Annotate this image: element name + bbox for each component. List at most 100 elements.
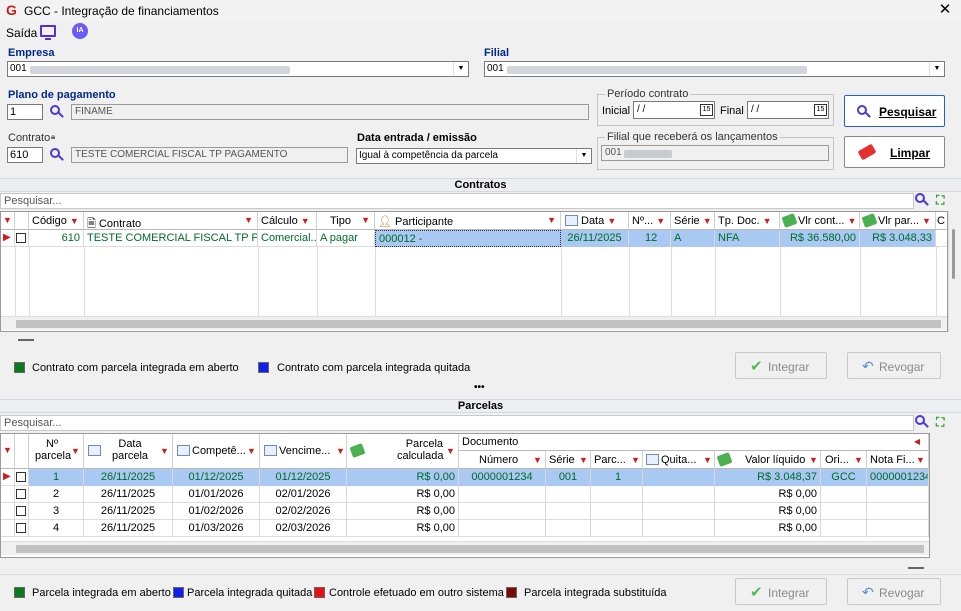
col-calculo[interactable]: Cálculo ▼ xyxy=(258,212,317,230)
cell-calc: R$ 0,00 xyxy=(347,486,459,503)
filter-icon[interactable]: ▼ xyxy=(922,216,931,226)
col-serie[interactable]: Série ▼ xyxy=(671,212,715,230)
filter-icon[interactable]: ▼ xyxy=(446,446,455,456)
col-num-parcela[interactable]: Nº parcela ▼ xyxy=(29,434,84,469)
expand-icon[interactable]: ⛶ xyxy=(936,415,956,431)
revogar-parcelas-button[interactable]: ↶ Revogar xyxy=(847,578,941,605)
scrollbar-thumb[interactable] xyxy=(16,545,924,553)
calendar-icon[interactable]: 15 xyxy=(814,104,827,116)
contratos-search-input[interactable]: Pesquisar... xyxy=(0,193,914,209)
parcelas-search-input[interactable]: Pesquisar... xyxy=(0,415,914,431)
menu-saida[interactable]: Saída xyxy=(6,26,37,40)
col-valor-liquido[interactable]: Valor líquido ▼ xyxy=(715,451,821,469)
col-quita[interactable]: Quita... ▼ xyxy=(643,451,715,469)
table-row[interactable]: ▶ 1 26/11/2025 01/12/2025 01/12/2025 R$ … xyxy=(1,469,929,486)
horizontal-scrollbar[interactable] xyxy=(1,316,947,330)
col-competencia[interactable]: Competê... ▼ xyxy=(173,434,260,469)
col-tipo[interactable]: Tipo ▼ xyxy=(317,212,375,230)
ia-icon[interactable]: IA xyxy=(72,23,88,39)
row-checkbox[interactable] xyxy=(16,472,26,482)
scrollbar-thumb[interactable] xyxy=(952,229,955,279)
expand-icon[interactable]: ⛶ xyxy=(936,193,956,209)
filter-icon[interactable]: ▼ xyxy=(809,455,818,465)
horizontal-scrollbar[interactable] xyxy=(1,541,929,555)
filial-select[interactable]: 001 ▼ xyxy=(484,61,945,77)
cell-tpdoc: NFA xyxy=(715,230,780,247)
col-contrato[interactable]: 🗎︎ Contrato ▼ xyxy=(84,212,258,230)
filter-icon[interactable]: ▼ xyxy=(547,215,556,225)
table-row[interactable]: ▶ 610 TESTE COMERCIAL FISCAL TP P... Com… xyxy=(1,230,947,247)
vertical-scrollbar[interactable] xyxy=(948,211,960,332)
filter-icon[interactable]: ▼ xyxy=(656,216,665,226)
chevron-down-icon[interactable]: ▼ xyxy=(453,62,468,76)
col-tpdoc[interactable]: Tp. Doc. ▼ xyxy=(715,212,780,230)
table-row[interactable]: 2 26/11/2025 01/01/2026 02/01/2026 R$ 0,… xyxy=(1,486,929,503)
row-checkbox[interactable] xyxy=(16,233,26,243)
contrato-code-input[interactable]: 610 xyxy=(7,147,43,163)
col-nota[interactable]: Nota Fi... ▼ xyxy=(867,451,929,469)
cell-numero xyxy=(459,503,546,520)
filter-icon[interactable]: ▼ xyxy=(70,216,79,226)
close-icon[interactable]: ✕ xyxy=(934,0,956,20)
row-checkbox[interactable] xyxy=(16,523,26,533)
filter-icon[interactable]: ▼ xyxy=(848,216,857,226)
cell-num: 2 xyxy=(29,486,84,503)
col-vlr-par[interactable]: Vlr par... ▼ xyxy=(860,212,936,230)
row-checkbox[interactable] xyxy=(16,489,26,499)
search-icon[interactable] xyxy=(50,105,64,119)
filter-icon[interactable]: ▼ xyxy=(703,216,712,226)
col-parcela-calc[interactable]: Parcela calculada ▼ xyxy=(347,434,459,469)
filter-icon[interactable]: ▼ xyxy=(763,216,772,226)
col-participante[interactable]: 👤︎ Participante ▼ xyxy=(375,212,561,230)
legend-text: Parcela integrada substituída xyxy=(524,587,667,599)
search-icon[interactable] xyxy=(50,148,64,162)
filter-icon[interactable]: ▼ xyxy=(336,446,345,456)
filter-icon[interactable]: ▼ xyxy=(361,215,370,225)
filter-icon[interactable]: ▼ xyxy=(607,216,616,226)
filter-icon[interactable]: ▼ xyxy=(71,446,80,456)
splitter-handle[interactable]: ••• xyxy=(474,382,485,393)
scrollbar-thumb[interactable] xyxy=(16,320,941,328)
filter-icon[interactable]: ▼ xyxy=(854,455,863,465)
filter-icon[interactable]: ▼ xyxy=(160,446,169,456)
col-c[interactable]: C xyxy=(936,212,947,230)
filter-icon[interactable]: ▼ xyxy=(244,215,253,225)
chevron-down-icon[interactable]: ▼ xyxy=(576,149,591,163)
col-data-parcela[interactable]: Data parcela ▼ xyxy=(84,434,173,469)
col-serie[interactable]: Série ▼ xyxy=(546,451,591,469)
plano-code-input[interactable]: 1 xyxy=(7,104,43,120)
filter-icon[interactable]: ▼ xyxy=(631,455,640,465)
filter-icon[interactable]: ▼ xyxy=(3,445,12,455)
row-checkbox[interactable] xyxy=(16,506,26,516)
collapse-arrow-icon[interactable]: ◀ xyxy=(914,437,920,446)
calendar-icon[interactable]: 15 xyxy=(700,104,713,116)
filter-icon[interactable]: ▼ xyxy=(916,455,925,465)
integrar-parcelas-button[interactable]: ✔ Integrar xyxy=(735,578,827,605)
filter-icon[interactable]: ▼ xyxy=(3,215,12,225)
filter-icon[interactable]: ▼ xyxy=(301,216,310,226)
limpar-button[interactable]: Limpar xyxy=(844,136,945,168)
empresa-select[interactable]: 001 ▼ xyxy=(7,61,469,77)
table-row[interactable]: 4 26/11/2025 01/03/2026 02/03/2026 R$ 0,… xyxy=(1,520,929,537)
filter-icon[interactable]: ▼ xyxy=(579,455,588,465)
table-row[interactable]: 3 26/11/2025 01/02/2026 02/02/2026 R$ 0,… xyxy=(1,503,929,520)
filter-icon[interactable]: ▼ xyxy=(703,455,712,465)
col-codigo[interactable]: Código ▼ xyxy=(29,212,84,230)
pesquisar-button[interactable]: Pesquisar xyxy=(844,95,945,127)
filter-icon[interactable]: ▼ xyxy=(247,446,256,456)
chevron-down-icon[interactable]: ▼ xyxy=(929,62,944,76)
integrar-button[interactable]: ✔ Integrar xyxy=(735,352,827,379)
revogar-button[interactable]: ↶ Revogar xyxy=(847,352,941,379)
col-vlr-cont[interactable]: Vlr cont... ▼ xyxy=(780,212,860,230)
search-icon[interactable] xyxy=(915,415,929,429)
filter-icon[interactable]: ▼ xyxy=(533,455,542,465)
col-parc[interactable]: Parc... ▼ xyxy=(591,451,643,469)
col-data[interactable]: Data ▼ xyxy=(561,212,629,230)
monitor-icon[interactable] xyxy=(40,25,56,40)
col-numero[interactable]: Número ▼ xyxy=(459,451,546,469)
data-entrada-select[interactable]: Igual à competência da parcela ▼ xyxy=(356,148,592,164)
search-icon[interactable] xyxy=(915,193,929,207)
col-numero[interactable]: Nº... ▼ xyxy=(629,212,671,230)
col-vencimento[interactable]: Vencime... ▼ xyxy=(260,434,347,469)
col-ori[interactable]: Ori... ▼ xyxy=(821,451,867,469)
